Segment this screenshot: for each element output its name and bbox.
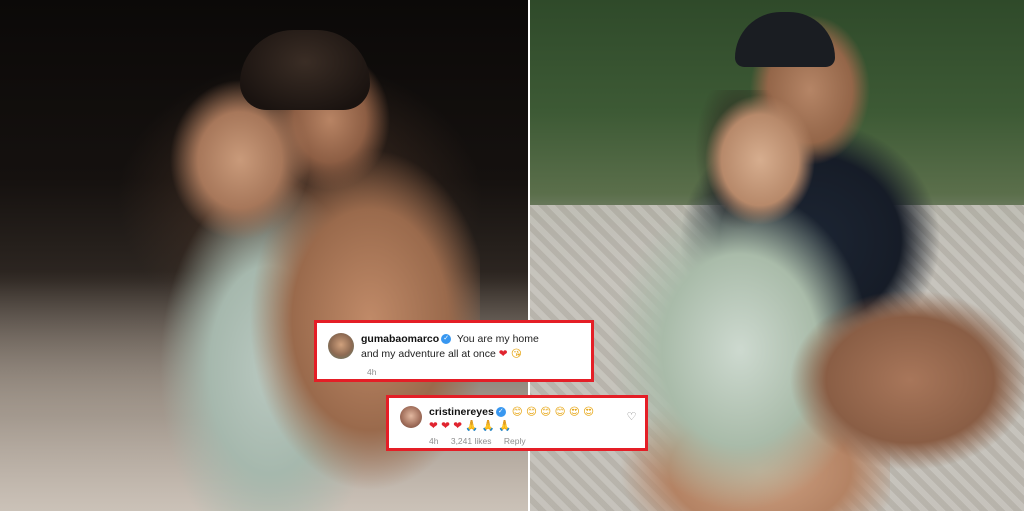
comment-meta: 4h — [367, 367, 386, 377]
comment-line-2: and my adventure all at once ❤ 😘 — [361, 347, 522, 361]
comment-emojis-line-1: 😊 😊 😊 😊 😍 😍 — [511, 406, 595, 418]
comment-time: 4h — [367, 367, 377, 377]
highlighted-comment-2: cristinereyes ✓ 😊 😊 😊 😊 😍 😍 ❤ ❤ ❤ 🙏 🙏 🙏 4… — [386, 395, 648, 451]
comment-username[interactable]: cristinereyes — [429, 406, 494, 418]
heart-outline-icon[interactable]: ♡ — [626, 412, 637, 423]
comment-meta: 4h 3,241 likes Reply — [429, 436, 536, 446]
comment-line-1: gumabaomarco ✓ You are my home — [361, 332, 539, 346]
avatar[interactable] — [400, 406, 422, 428]
verified-badge-icon: ✓ — [495, 406, 506, 417]
comment-line-1: cristinereyes ✓ 😊 😊 😊 😊 😍 😍 — [429, 405, 594, 419]
comment-emojis: ❤ 😘 — [498, 348, 522, 360]
verified-badge-icon: ✓ — [441, 333, 452, 344]
comment-username[interactable]: gumabaomarco — [361, 333, 439, 345]
avatar[interactable] — [328, 333, 354, 359]
highlighted-comment-1: gumabaomarco ✓ You are my home and my adv… — [314, 320, 594, 382]
hair-shape — [240, 30, 370, 110]
comment-emojis-line-2: ❤ ❤ ❤ 🙏 🙏 🙏 — [429, 420, 512, 432]
comment-text: You are my home — [456, 333, 539, 345]
comment-text-continued: and my adventure all at once — [361, 348, 496, 360]
comment-likes[interactable]: 3,241 likes — [451, 436, 492, 446]
comment-time: 4h — [429, 436, 439, 446]
reply-link[interactable]: Reply — [504, 436, 526, 446]
legs-shape — [780, 280, 1024, 480]
